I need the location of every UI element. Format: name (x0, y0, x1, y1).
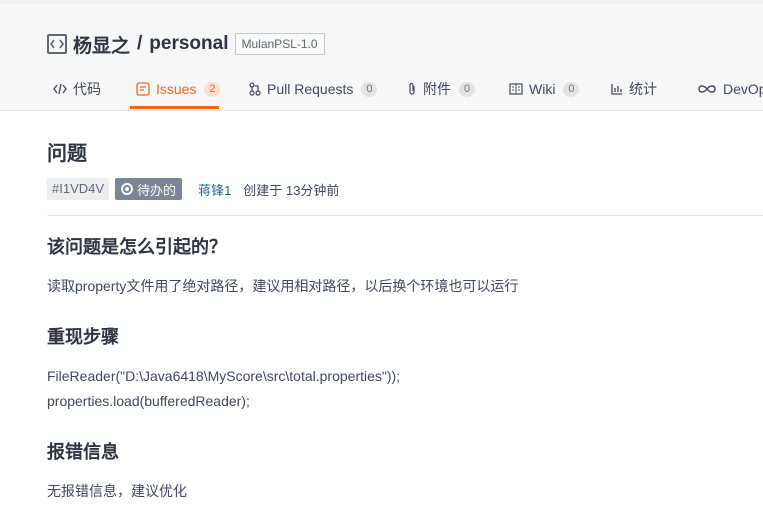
tab-label: Wiki (529, 81, 556, 97)
attachments-count-badge: 0 (459, 82, 475, 97)
infinity-icon (697, 80, 717, 98)
issues-count-badge: 2 (204, 82, 221, 97)
repo-code-icon (47, 34, 67, 54)
tab-label: DevOps (723, 81, 763, 97)
status-badge[interactable]: 待办的 (115, 178, 183, 200)
repo-header: 杨显之 / personal MulanPSL-1.0 代码 Issues 2 … (0, 0, 763, 111)
author-link[interactable]: 蒋锋1 (198, 180, 231, 199)
steps-line-2: properties.load(bufferedReader); (47, 393, 250, 409)
book-icon (509, 80, 523, 98)
issue-meta: #I1VD4V 待办的 蒋锋1 创建于 13分钟前 (47, 177, 339, 201)
tab-wiki[interactable]: Wiki 0 (509, 76, 580, 111)
tab-code[interactable]: 代码 (53, 76, 101, 111)
issue-title: 问题 (47, 143, 87, 165)
tab-label: Issues (156, 81, 197, 97)
repo-owner-link[interactable]: 杨显之 (73, 31, 130, 58)
tab-label: 代码 (73, 81, 101, 97)
tab-devops[interactable]: DevOps (697, 76, 763, 111)
license-badge[interactable]: MulanPSL-1.0 (234, 33, 325, 55)
error-text: 无报错信息，建议优化 (47, 483, 187, 499)
code-icon (53, 80, 67, 98)
tab-label: 统计 (629, 81, 657, 97)
paperclip-icon (407, 80, 417, 98)
tab-label: Pull Requests (267, 81, 354, 97)
chart-icon (611, 80, 623, 98)
issues-icon (136, 80, 150, 98)
cause-text: 读取property文件用了绝对路径，建议用相对路径，以后换个环境也可以运行 (47, 278, 519, 294)
tab-attachments[interactable]: 附件 0 (407, 76, 475, 111)
top-border (0, 0, 763, 4)
divider (47, 215, 763, 216)
active-tab-underline (130, 106, 219, 109)
created-time: 创建于 13分钟前 (243, 182, 340, 198)
repo-separator: / (137, 33, 143, 54)
status-label: 待办的 (137, 182, 177, 198)
tab-label: 附件 (423, 81, 451, 97)
steps-heading: 重现步骤 (47, 327, 119, 347)
status-open-icon (121, 183, 134, 195)
pull-request-icon (249, 80, 261, 98)
repo-name-link[interactable]: personal (149, 33, 228, 55)
tab-stats[interactable]: 统计 (611, 76, 657, 111)
repo-tabs: 代码 Issues 2 Pull Requests 0 附件 0 Wiki 0 … (0, 76, 763, 111)
repo-title: 杨显之 / personal MulanPSL-1.0 (47, 30, 325, 58)
tab-pull-requests[interactable]: Pull Requests 0 (249, 76, 378, 111)
pull-requests-count-badge: 0 (361, 82, 378, 97)
cause-heading: 该问题是怎么引起的？ (47, 237, 227, 257)
wiki-count-badge: 0 (563, 82, 580, 97)
issue-id[interactable]: #I1VD4V (47, 178, 110, 200)
error-heading: 报错信息 (47, 442, 119, 462)
steps-line-1: FileReader("D:\Java6418\MyScore\src\tota… (47, 368, 401, 384)
